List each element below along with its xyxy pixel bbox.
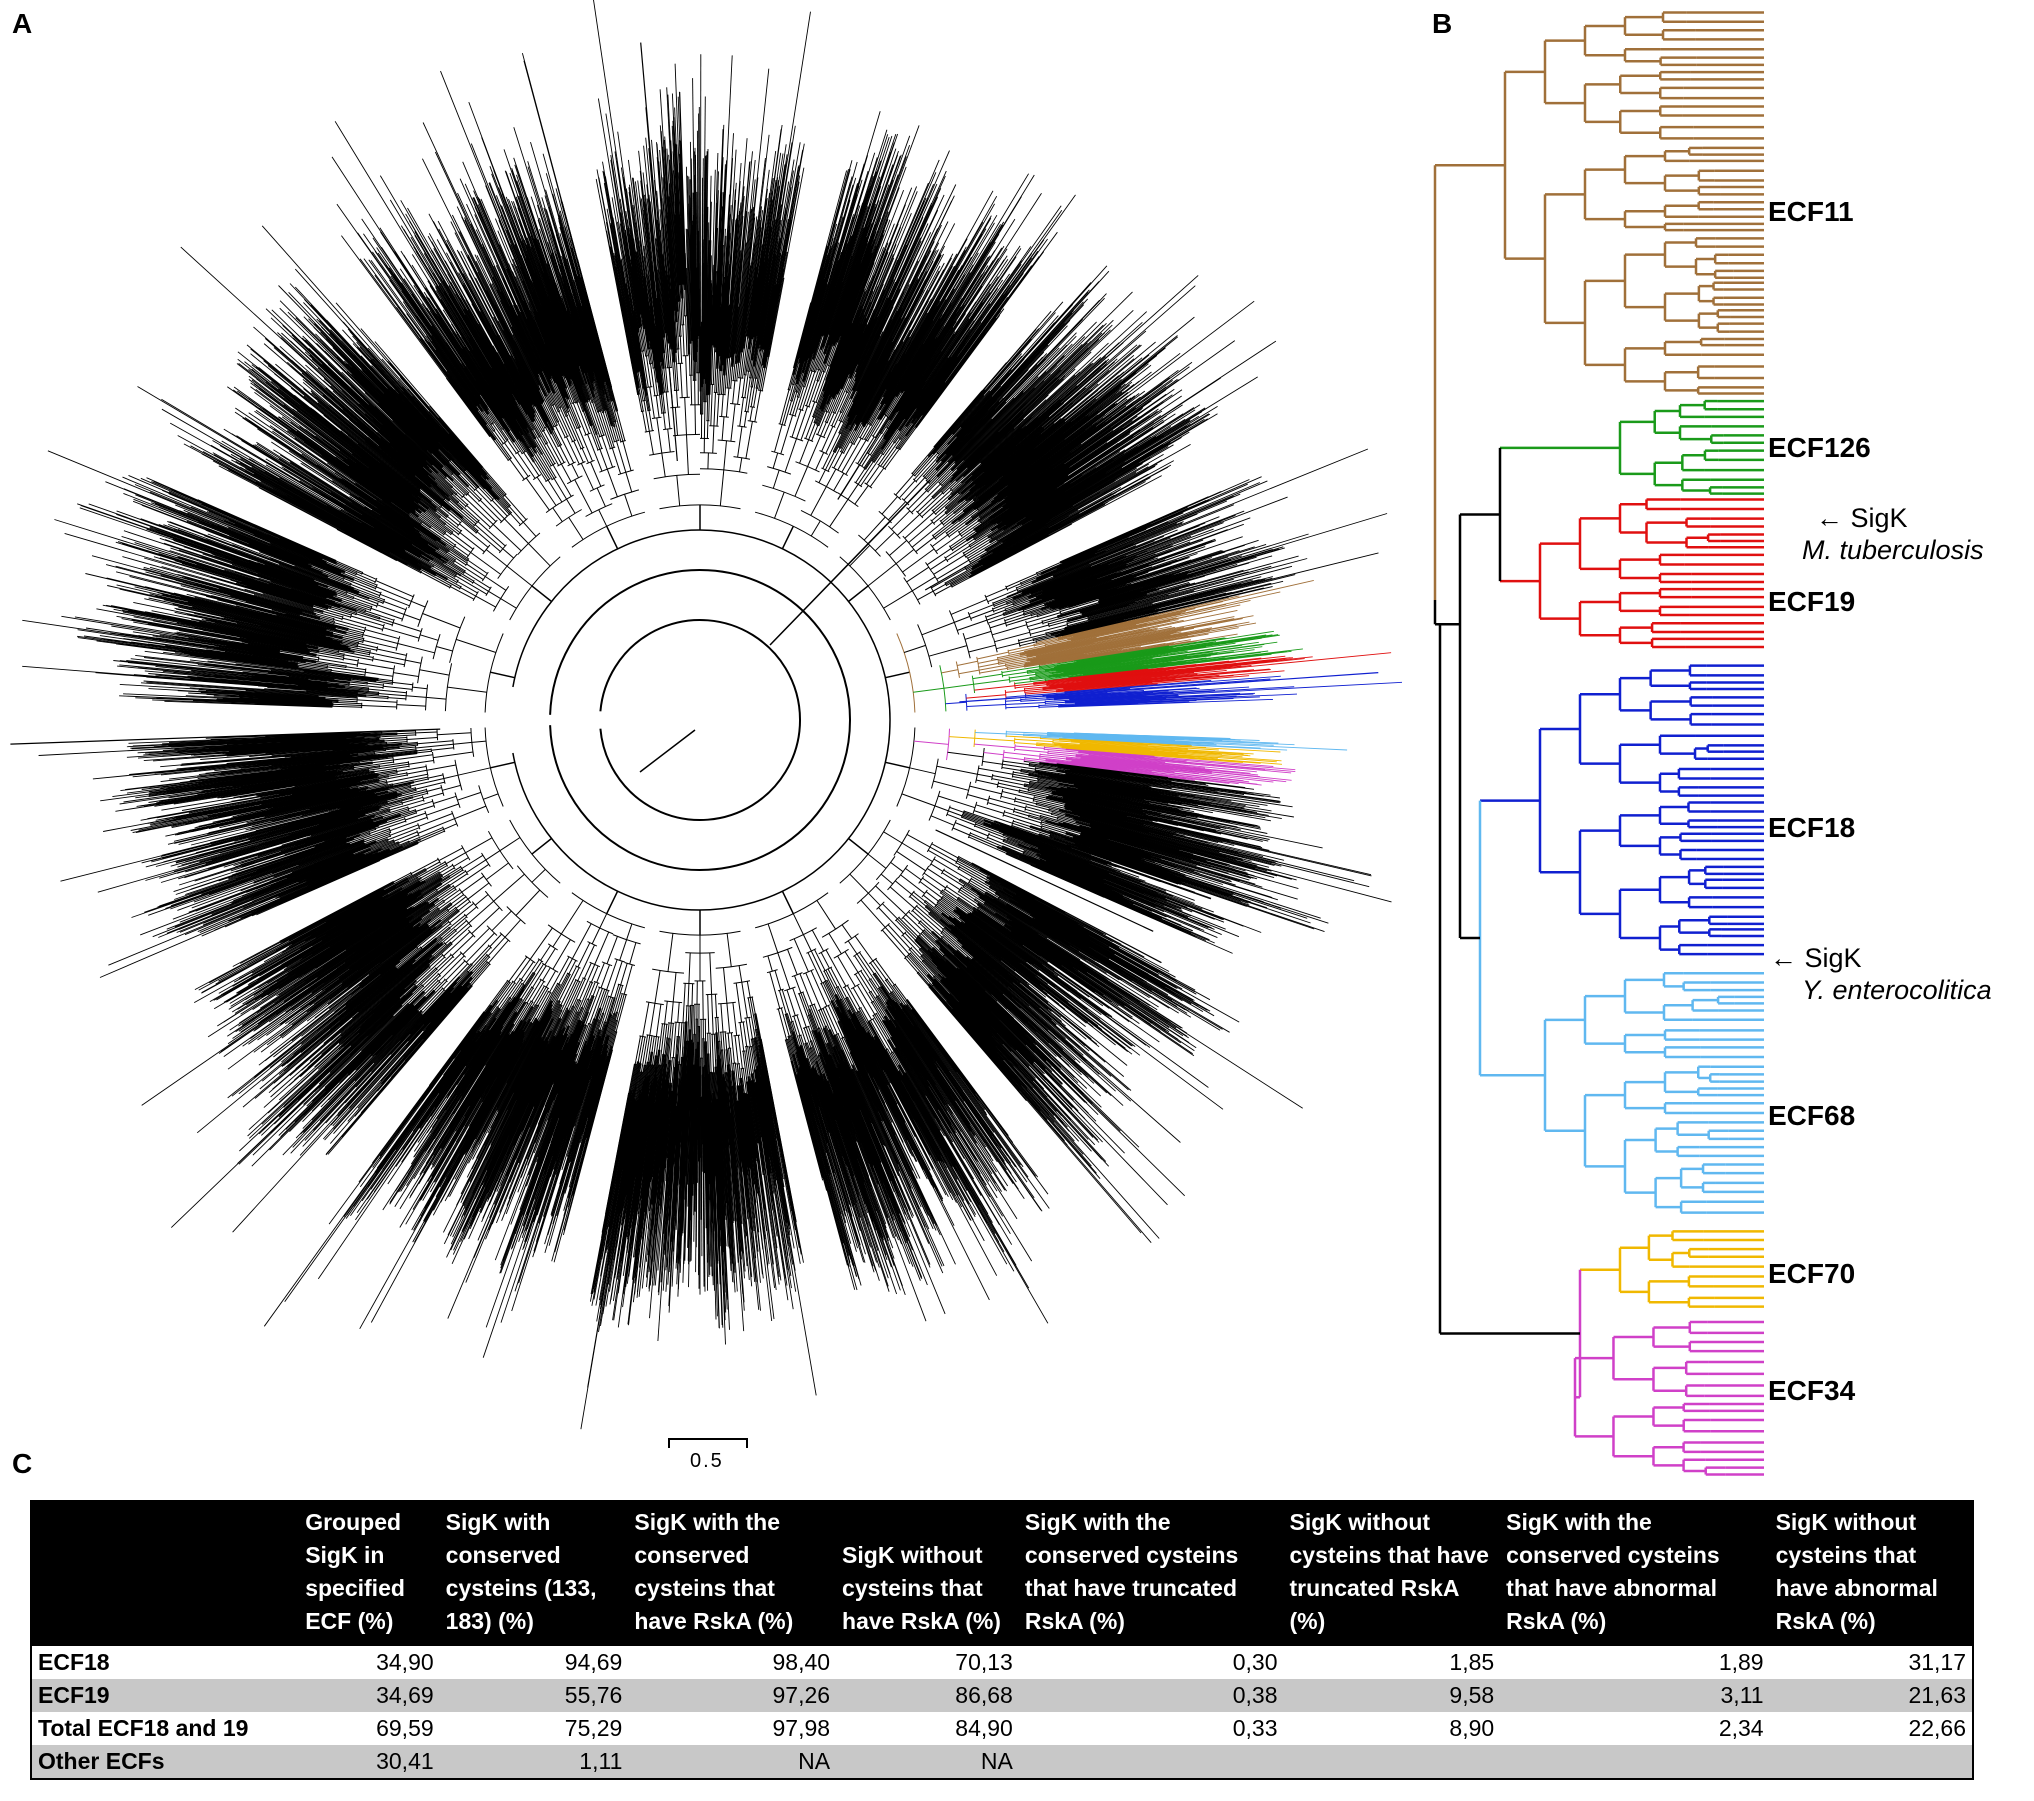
table-cell: 1,85 <box>1283 1646 1501 1679</box>
table-row: ECF18 34,90 94,69 98,40 70,13 0,30 1,85 1,89 31,… <box>31 1646 1973 1679</box>
table-cell: 1,11 <box>439 1745 629 1779</box>
table-cell: 34,90 <box>299 1646 440 1679</box>
table-cell: 75,29 <box>439 1712 629 1745</box>
table-row-header: Total ECF18 and 19 <box>31 1712 300 1745</box>
arrow-left-icon: ← <box>1770 943 1797 973</box>
table-cell: 2,34 <box>1500 1712 1770 1745</box>
annotation-sigk-mtb: ← SigK M. tuberculosis <box>1770 502 1984 566</box>
table-cell: 0,30 <box>1018 1646 1284 1679</box>
clade-label-ecf34: ECF34 <box>1768 1375 1856 1406</box>
radial-tree-branches <box>10 0 1403 1430</box>
table-header-cell: SigK with conserved cysteins (133, 183) … <box>439 1501 629 1646</box>
clade-label-ecf70: ECF70 <box>1768 1258 1856 1289</box>
table-header-cell: SigK without cysteins that have abnormal… <box>1769 1501 1973 1646</box>
annotation-sigk-yent: ← SigK Y. enterocolitica <box>1770 942 1992 1006</box>
table-cell <box>1769 1745 1973 1779</box>
radial-phylogenetic-tree <box>10 0 1403 1430</box>
dendrogram-branches <box>1433 11 1764 1476</box>
table-cell: 8,90 <box>1283 1712 1501 1745</box>
clade-label-ecf18: ECF18 <box>1768 812 1856 843</box>
table-cell: 97,26 <box>628 1679 837 1712</box>
arrow-left-icon: ← <box>1816 503 1843 533</box>
table-cell <box>1018 1745 1284 1779</box>
table-header-cell <box>31 1501 300 1646</box>
clade-label-ecf11: ECF11 <box>1768 196 1854 227</box>
table-cell: NA <box>628 1745 837 1779</box>
table-cell: 22,66 <box>1769 1712 1973 1745</box>
table-cell: 21,63 <box>1769 1679 1973 1712</box>
table-cell: 94,69 <box>439 1646 629 1679</box>
table-cell: 98,40 <box>628 1646 837 1679</box>
table-cell: 69,59 <box>299 1712 440 1745</box>
table-header-cell: SigK without cysteins that have RskA (%) <box>836 1501 1019 1646</box>
table-header-cell: SigK without cysteins that have truncate… <box>1283 1501 1501 1646</box>
table-row: Total ECF18 and 19 69,59 75,29 97,98 84,90 0,… <box>31 1712 1973 1745</box>
table-cell: 1,89 <box>1500 1646 1770 1679</box>
table-cell: 30,41 <box>299 1745 440 1779</box>
table-header-cell: SigK with the conserved cysteins that ha… <box>1500 1501 1770 1646</box>
table-cell <box>1283 1745 1501 1779</box>
table-cell: 34,69 <box>299 1679 440 1712</box>
table-cell: 84,90 <box>836 1712 1019 1745</box>
table-row-header: ECF19 <box>31 1679 300 1712</box>
scale-bar-label: 0.5 <box>690 1450 724 1472</box>
table-cell: 9,58 <box>1283 1679 1501 1712</box>
table-row-header: ECF18 <box>31 1646 300 1679</box>
table-row: ECF19 34,69 55,76 97,26 86,68 0,38 9,58 3,11 21,… <box>31 1679 1973 1712</box>
clade-label-ecf126: ECF126 <box>1768 432 1871 463</box>
annotation-label: SigK <box>1850 503 1908 533</box>
annotation-label: SigK <box>1804 943 1862 973</box>
table-cell: 3,11 <box>1500 1679 1770 1712</box>
table-cell: 31,17 <box>1769 1646 1973 1679</box>
annotation-species: Y. enterocolitica <box>1802 975 1992 1005</box>
annotation-species: M. tuberculosis <box>1802 535 1984 565</box>
scale-bar: 0.5 <box>660 1430 760 1472</box>
panel-label-c: C <box>12 1448 33 1479</box>
table-cell: 0,33 <box>1018 1712 1284 1745</box>
table-row-header: Other ECFs <box>31 1745 300 1779</box>
clade-dendrogram <box>1433 11 1764 1476</box>
table-header-cell: SigK with the conserved cysteins that ha… <box>628 1501 837 1646</box>
clade-label-ecf68: ECF68 <box>1768 1100 1856 1131</box>
clade-label-ecf19: ECF19 <box>1768 586 1856 617</box>
table-cell: 0,38 <box>1018 1679 1284 1712</box>
sigk-statistics-table: Grouped SigK in specified ECF (%) SigK w… <box>30 1500 1974 1780</box>
table-cell: 70,13 <box>836 1646 1019 1679</box>
table-cell <box>1500 1745 1770 1779</box>
table-header-cell: Grouped SigK in specified ECF (%) <box>299 1501 440 1646</box>
table-header-cell: SigK with the conserved cysteins that ha… <box>1018 1501 1284 1646</box>
table-header-row: Grouped SigK in specified ECF (%) SigK w… <box>31 1501 1973 1646</box>
table-row: Other ECFs 30,41 1,11 NA NA <box>31 1745 1973 1779</box>
table-cell: NA <box>836 1745 1019 1779</box>
table-cell: 55,76 <box>439 1679 629 1712</box>
table-cell: 86,68 <box>836 1679 1019 1712</box>
table-cell: 97,98 <box>628 1712 837 1745</box>
